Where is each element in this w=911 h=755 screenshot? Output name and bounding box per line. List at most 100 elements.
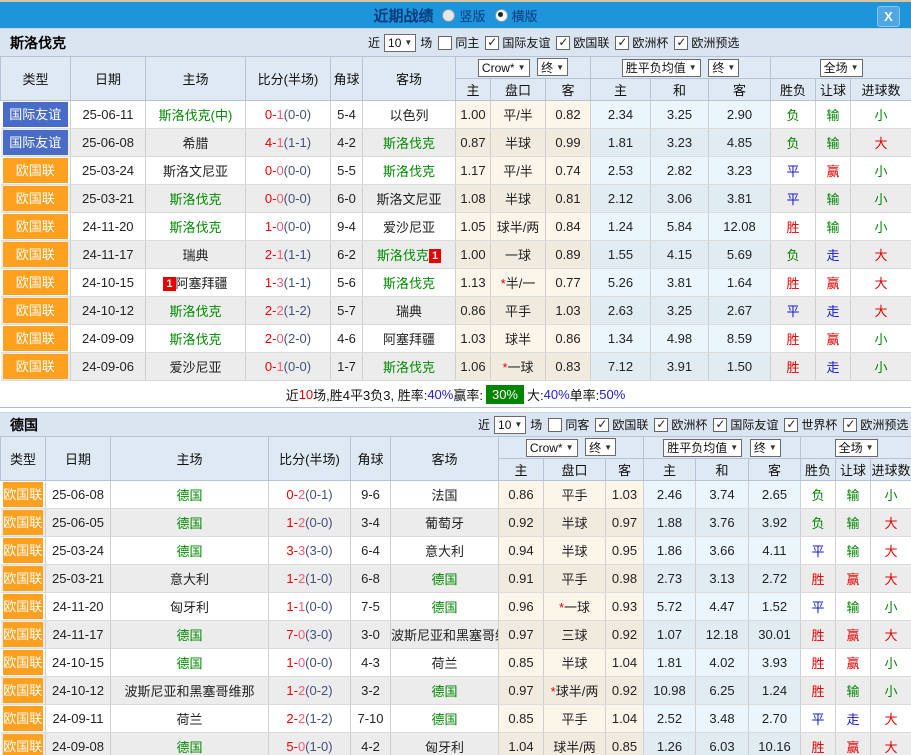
vertical-layout-label[interactable]: 竖版 (459, 6, 485, 25)
match-date: 24-09-09 (71, 325, 146, 353)
away-team-cell: 斯洛文尼亚 (363, 185, 456, 213)
match-date: 25-03-21 (71, 185, 146, 213)
table-row: 欧国联24-09-11荷兰2-2(1-2)7-10德国0.85平手1.042.5… (1, 705, 911, 733)
scope-select[interactable]: 全场▼ (835, 439, 878, 457)
chevron-down-icon: ▼ (604, 443, 612, 452)
handicap-result-cell: 赢 (816, 269, 851, 297)
note-badge: 1 (429, 249, 441, 263)
match-type-badge: 欧国联 (3, 594, 44, 619)
mean-lose-odds: 3.92 (749, 509, 801, 537)
goals-result-cell: 大 (871, 509, 911, 537)
competition-checkbox[interactable]: ✓ (615, 36, 629, 50)
competition-checkbox[interactable]: ✓ (674, 36, 688, 50)
summary-part: 单率: (570, 385, 600, 404)
away-team-name: 爱沙尼亚 (383, 220, 435, 235)
match-date: 24-11-20 (71, 213, 146, 241)
sub-col-goals: 进球数 (871, 459, 911, 481)
sub-col-mean-draw: 和 (651, 79, 709, 101)
match-date: 24-10-15 (46, 649, 111, 677)
result-cell: 胜 (801, 621, 836, 649)
home-team-name: 斯洛文尼亚 (163, 164, 228, 179)
competition-checkbox[interactable]: ✓ (784, 418, 798, 432)
col-score: 比分(半场) (246, 57, 331, 101)
competition-checkbox[interactable]: ✓ (556, 36, 570, 50)
competition-label: 国际友谊 (730, 416, 778, 433)
result-cell: 胜 (771, 325, 816, 353)
mean-win-odds: 5.26 (591, 269, 651, 297)
match-type-badge: 欧国联 (3, 650, 44, 675)
corner-stat: 6-4 (351, 537, 391, 565)
col-type: 类型 (1, 57, 71, 101)
section-header-slovakia: 斯洛伐克 近10▼场同主✓国际友谊✓欧国联✓欧洲杯✓欧洲预选 (0, 28, 911, 56)
away-team-name: 斯洛伐克 (383, 276, 435, 291)
match-type-badge: 欧国联 (3, 242, 69, 267)
match-count-select[interactable]: 10▼ (384, 34, 416, 52)
chevron-down-icon: ▼ (514, 420, 522, 429)
team-name: 德国 (0, 415, 38, 435)
chevron-down-icon: ▼ (689, 63, 697, 72)
home-odds: 1.00 (456, 101, 491, 129)
match-score: 1-1(0-0) (269, 593, 351, 621)
competition-checkbox[interactable]: ✓ (713, 418, 727, 432)
odds-final-select[interactable]: 终▼ (585, 438, 616, 456)
competition-label: 欧国联 (573, 34, 609, 51)
vertical-layout-radio[interactable] (442, 9, 455, 22)
goals-result-cell: 大 (851, 129, 911, 157)
match-date: 24-09-06 (71, 353, 146, 381)
home-team-name: 德国 (176, 628, 202, 643)
competition-checkbox[interactable]: ✓ (485, 36, 499, 50)
competition-label: 世界杯 (801, 416, 837, 433)
odds-source-select[interactable]: Crow*▼ (478, 59, 530, 77)
competition-checkbox[interactable]: ✓ (595, 418, 609, 432)
mean-lose-odds: 8.59 (709, 325, 771, 353)
home-team-cell: 匈牙利 (111, 593, 269, 621)
col-type: 类型 (1, 437, 46, 481)
home-team-cell: 波斯尼亚和黑塞哥维那 (111, 677, 269, 705)
table-row: 欧国联24-11-17瑞典2-1(1-1)6-2斯洛伐克11.00一球0.891… (1, 241, 911, 269)
scope-group-header: 全场▼ (801, 437, 911, 459)
table-row: 欧国联24-10-15德国1-0(0-0)4-3荷兰0.85半球1.041.81… (1, 649, 911, 677)
mean-lose-odds: 3.81 (709, 185, 771, 213)
col-date: 日期 (71, 57, 146, 101)
result-cell: 胜 (801, 677, 836, 705)
mean-final-select[interactable]: 终▼ (708, 59, 739, 77)
match-date: 24-11-17 (71, 241, 146, 269)
mean-lose-odds: 10.16 (749, 733, 801, 755)
scope-select[interactable]: 全场▼ (820, 59, 863, 77)
table-row: 欧国联24-10-151阿塞拜疆1-3(1-1)5-6斯洛伐克1.13*半/一0… (1, 269, 911, 297)
mean-win-odds: 2.12 (591, 185, 651, 213)
mean-lose-odds: 30.01 (749, 621, 801, 649)
match-count-select[interactable]: 10▼ (494, 416, 526, 434)
close-icon[interactable]: X (877, 6, 900, 27)
match-date: 25-03-24 (71, 157, 146, 185)
corner-stat: 9-4 (331, 213, 363, 241)
home-team-name: 德国 (176, 516, 202, 531)
odds-source-select[interactable]: Crow*▼ (526, 439, 578, 457)
corner-stat: 5-6 (331, 269, 363, 297)
mean-lose-odds: 4.11 (749, 537, 801, 565)
result-cell: 胜 (801, 649, 836, 677)
sub-col-handicap-result: 让球 (816, 79, 851, 101)
mean-final-select[interactable]: 终▼ (750, 439, 781, 457)
same-venue-checkbox[interactable] (548, 418, 562, 432)
competition-checkbox[interactable]: ✓ (654, 418, 668, 432)
home-odds: 0.85 (499, 649, 544, 677)
summary-part: 赢率: (453, 385, 483, 404)
mean-select[interactable]: 胜平负均值▼ (663, 439, 742, 457)
same-venue-checkbox[interactable] (438, 36, 452, 50)
horizontal-layout-label[interactable]: 横版 (512, 6, 538, 25)
corner-stat: 4-6 (331, 325, 363, 353)
home-team-cell: 德国 (111, 509, 269, 537)
handicap: 平/半 (491, 157, 546, 185)
odds-final-select[interactable]: 终▼ (537, 58, 568, 76)
competition-checkbox[interactable]: ✓ (843, 418, 857, 432)
result-cell: 胜 (801, 733, 836, 755)
table-row: 欧国联25-03-21意大利1-2(1-0)6-8德国0.91平手0.982.7… (1, 565, 911, 593)
mean-draw-odds: 4.02 (696, 649, 749, 677)
away-team-cell: 匈牙利 (391, 733, 499, 755)
odds-group-header: Crow*▼ 终▼ (456, 57, 591, 79)
home-team-name: 阿塞拜疆 (176, 276, 228, 291)
away-team-name: 葡萄牙 (425, 516, 464, 531)
mean-select[interactable]: 胜平负均值▼ (622, 59, 701, 77)
horizontal-layout-radio[interactable] (495, 9, 508, 22)
